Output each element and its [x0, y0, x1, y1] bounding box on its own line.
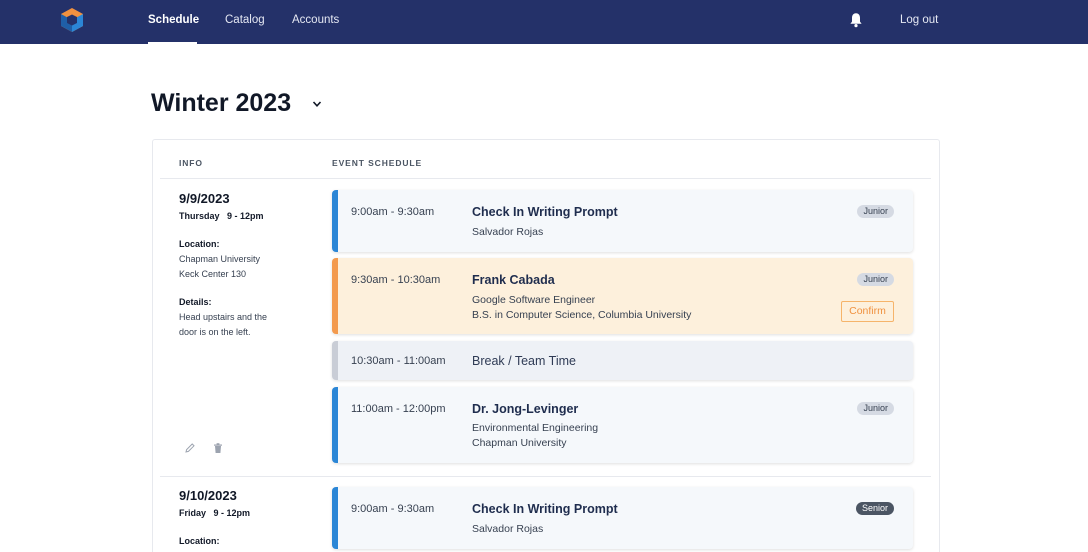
day-weekday-time: Friday 9 - 12pm — [179, 508, 251, 518]
event-title: Frank Cabada — [472, 273, 555, 287]
level-badge: Junior — [857, 402, 894, 415]
nav-schedule[interactable]: Schedule — [148, 14, 199, 26]
event-subtitle: B.S. in Computer Science, Columbia Unive… — [472, 309, 692, 321]
schedule-column-header: EVENT SCHEDULE — [332, 158, 423, 168]
active-tab-indicator — [148, 42, 197, 44]
location-label: Location: — [179, 239, 220, 249]
event-title: Dr. Jong-Levinger — [472, 402, 579, 416]
page-title: Winter 2023 — [151, 89, 292, 117]
event-time: 9:00am - 9:30am — [351, 206, 435, 218]
pencil-icon[interactable] — [184, 442, 196, 454]
event-time: 10:30am - 11:00am — [351, 355, 446, 367]
level-badge: Junior — [857, 205, 894, 218]
details-line: door is on the left. — [179, 327, 251, 337]
event-time: 11:00am - 12:00pm — [351, 403, 446, 415]
event-accent-bar — [332, 190, 338, 252]
event-subtitle: Environmental Engineering — [472, 422, 599, 434]
nav-accounts[interactable]: Accounts — [292, 14, 339, 26]
event-time: 9:00am - 9:30am — [351, 503, 435, 515]
event-title: Check In Writing Prompt — [472, 205, 618, 219]
details-text: Head upstairs and the door is on the lef… — [179, 310, 289, 340]
details-line: Head upstairs and the — [179, 312, 268, 322]
chevron-down-icon[interactable] — [312, 100, 322, 108]
event-accent-bar — [332, 387, 338, 463]
top-navigation: Schedule Catalog Accounts Log out — [0, 0, 1088, 44]
event-card[interactable]: 9:00am - 9:30am Check In Writing Prompt … — [332, 190, 913, 252]
details-label: Details: — [179, 297, 212, 307]
event-subtitle: Salvador Rojas — [472, 523, 544, 535]
event-accent-bar — [332, 341, 338, 380]
event-title: Break / Team Time — [472, 354, 576, 368]
level-badge: Junior — [857, 273, 894, 286]
bell-icon[interactable] — [849, 12, 863, 28]
trash-icon[interactable] — [212, 442, 224, 454]
cube-logo[interactable] — [60, 7, 84, 33]
day-date: 9/10/2023 — [179, 488, 237, 503]
header-divider — [160, 178, 931, 179]
level-badge: Senior — [855, 502, 894, 515]
event-card-highlighted[interactable]: 9:30am - 10:30am Frank Cabada Google Sof… — [332, 258, 913, 334]
location-line: Chapman University — [179, 254, 261, 264]
event-subtitle: Google Software Engineer — [472, 294, 596, 306]
location-text: Chapman University Keck Center 130 — [179, 252, 289, 282]
logout-link[interactable]: Log out — [900, 14, 938, 26]
event-card[interactable]: 11:00am - 12:00pm Dr. Jong-Levinger Envi… — [332, 387, 913, 463]
event-subtitle: Salvador Rojas — [472, 226, 544, 238]
day-divider — [160, 476, 931, 477]
nav-catalog[interactable]: Catalog — [225, 14, 265, 26]
location-label: Location: — [179, 536, 220, 546]
event-subtitle: Chapman University — [472, 437, 567, 449]
event-card-break[interactable]: 10:30am - 11:00am Break / Team Time — [332, 341, 913, 380]
event-time: 9:30am - 10:30am — [351, 274, 441, 286]
day-weekday-time: Thursday 9 - 12pm — [179, 211, 264, 221]
event-accent-bar — [332, 258, 338, 334]
event-card[interactable]: 9:00am - 9:30am Check In Writing Prompt … — [332, 487, 913, 549]
event-title: Check In Writing Prompt — [472, 502, 618, 516]
confirm-button[interactable]: Confirm — [841, 301, 894, 322]
day-date: 9/9/2023 — [179, 191, 230, 206]
event-accent-bar — [332, 487, 338, 549]
location-line: Keck Center 130 — [179, 269, 247, 279]
info-column-header: INFO — [179, 158, 203, 168]
